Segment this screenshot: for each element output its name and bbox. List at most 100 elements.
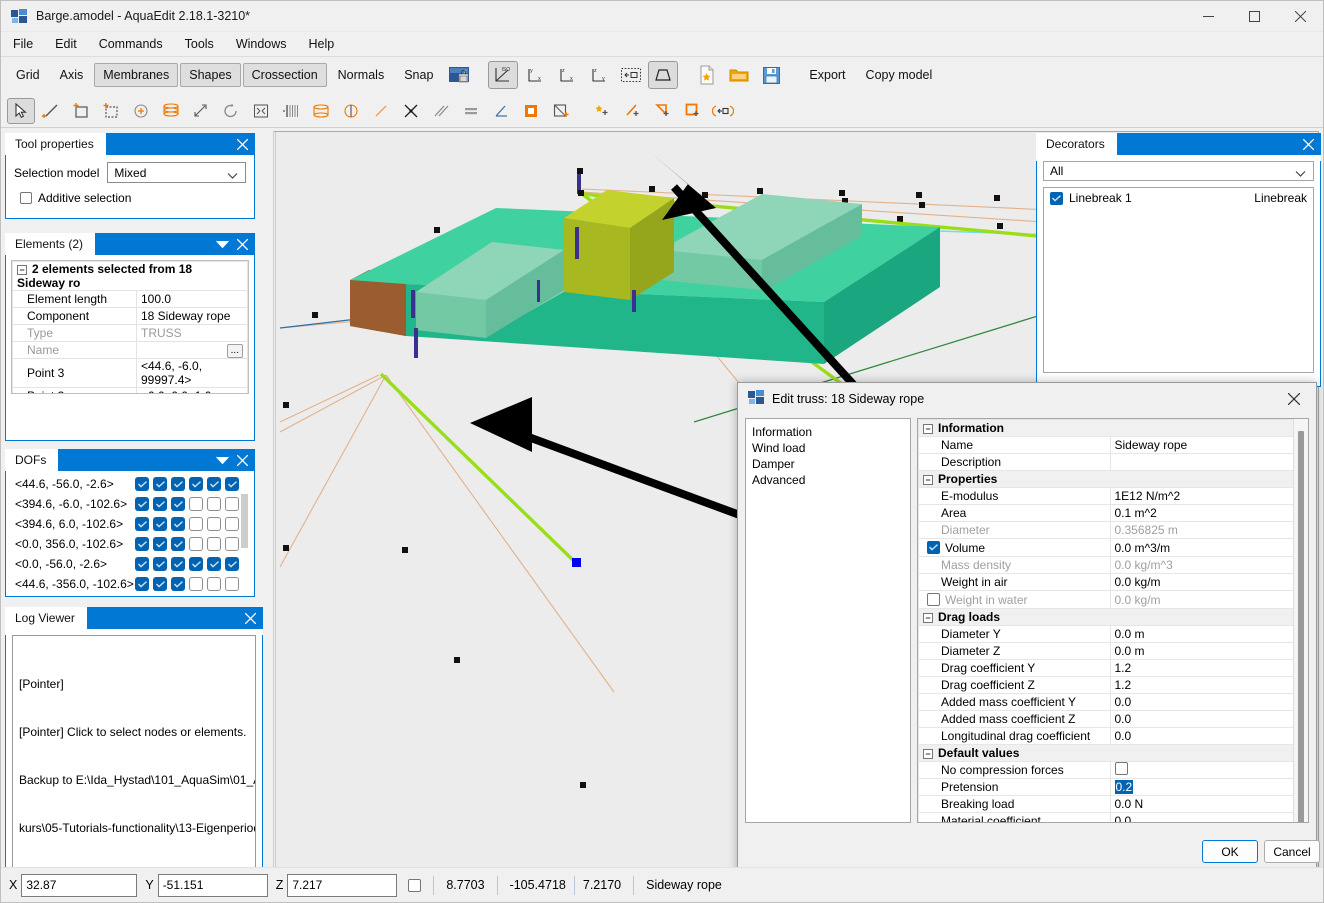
table-row[interactable]: Name Sideway rope [918, 436, 1302, 454]
angle-icon[interactable] [487, 98, 515, 124]
dof-checkbox[interactable] [189, 537, 203, 551]
dof-checkbox[interactable] [171, 537, 185, 551]
list-item[interactable]: <0.0, 356.0, -102.6> [9, 534, 251, 554]
dof-checkbox[interactable] [135, 497, 149, 511]
dof-checkbox[interactable] [225, 517, 239, 531]
property-value[interactable]: 0.0 m [1109, 625, 1302, 643]
table-row[interactable]: Weight in water 0.0 kg/m [918, 590, 1302, 609]
toggle-axis[interactable]: Axis [51, 63, 93, 87]
y-input[interactable]: -51.151 [157, 873, 268, 897]
dof-checkbox[interactable] [153, 497, 167, 511]
nav-item-information[interactable]: Information [750, 424, 910, 440]
list-item[interactable]: Linebreak 1 Linebreak [1044, 188, 1313, 208]
elements-grid[interactable]: −2 elements selected from 18 Sideway ro … [11, 260, 249, 394]
table-row[interactable]: Material coefficient 0.0 [918, 812, 1302, 822]
dof-checkbox[interactable] [153, 557, 167, 571]
table-row[interactable]: Area 0.1 m^2 [918, 504, 1302, 522]
chevron-down-icon[interactable] [216, 240, 229, 249]
list-item[interactable]: <394.6, 6.0, -102.6> [9, 514, 251, 534]
dof-checkbox[interactable] [225, 557, 239, 571]
dof-checkboxes[interactable] [135, 497, 239, 511]
dofs-panel-tab[interactable]: DOFs [5, 449, 59, 471]
collapse-icon[interactable]: − [923, 749, 933, 759]
dialog-nav-list[interactable]: Information Wind load Damper Advanced [745, 418, 911, 823]
pretension-input[interactable]: 0.2 [1114, 780, 1134, 794]
dof-checkbox[interactable] [153, 517, 167, 531]
list-item[interactable]: <44.6, -56.0, -2.6> [9, 474, 251, 494]
minimize-button[interactable] [1185, 1, 1231, 32]
table-row[interactable]: Point 3 <44.6, -6.0, 99997.4> [12, 358, 248, 388]
menu-file[interactable]: File [3, 34, 43, 54]
table-row[interactable]: Element length 100.0 [12, 290, 248, 308]
dof-checkbox[interactable] [207, 497, 221, 511]
dof-checkbox[interactable] [189, 497, 203, 511]
dof-checkbox[interactable] [135, 477, 149, 491]
toggle-shapes[interactable]: Shapes [180, 63, 241, 87]
nav-item-damper[interactable]: Damper [750, 456, 910, 472]
dof-checkbox[interactable] [171, 577, 185, 591]
dof-checkbox[interactable] [207, 577, 221, 591]
chevron-down-icon[interactable] [216, 456, 229, 465]
add-cylinder-icon[interactable] [157, 98, 185, 124]
table-row[interactable]: Breaking load 0.0 N [918, 795, 1302, 813]
dof-checkbox[interactable] [225, 537, 239, 551]
property-value[interactable]: 1.2 [1109, 676, 1302, 694]
dof-checkboxes[interactable] [135, 577, 239, 591]
property-value[interactable]: 0.0 [1109, 693, 1302, 711]
close-icon[interactable] [237, 238, 248, 250]
property-value[interactable]: 0.0 N [1109, 795, 1302, 813]
decorators-filter-combo[interactable]: All [1043, 161, 1314, 181]
dof-checkbox[interactable] [153, 577, 167, 591]
toggle-snap[interactable]: Snap [395, 63, 442, 87]
property-value[interactable]: 0.0 m [1109, 642, 1302, 660]
close-icon[interactable] [237, 138, 248, 150]
dof-checkbox[interactable] [207, 477, 221, 491]
add-rectangle-icon[interactable] [67, 98, 95, 124]
property-value[interactable]: Sideway rope [1109, 436, 1302, 454]
table-row[interactable]: E-modulus 1E12 N/m^2 [918, 487, 1302, 505]
coordinate-lock-checkbox[interactable] [408, 878, 422, 892]
maximize-button[interactable] [1231, 1, 1277, 32]
toggle-membranes[interactable]: Membranes [94, 63, 179, 87]
menu-help[interactable]: Help [299, 34, 345, 54]
row-value[interactable]: <44.6, -6.0, 99997.4> [136, 358, 248, 388]
row-value[interactable]: 18 Sideway rope [136, 307, 248, 325]
menu-commands[interactable]: Commands [89, 34, 173, 54]
row-value[interactable]: <0.0, 0.0, 1.0> [136, 387, 248, 393]
dof-checkbox[interactable] [171, 557, 185, 571]
add-point-load-icon[interactable] [127, 98, 155, 124]
add-mesh-icon[interactable] [97, 98, 125, 124]
table-row[interactable]: Volume 0.0 m^3/m [918, 538, 1302, 557]
select-pointer-icon[interactable] [7, 97, 35, 124]
dof-checkboxes[interactable] [135, 557, 239, 571]
close-icon[interactable] [237, 454, 248, 466]
view-xy-icon[interactable]: y x [520, 61, 550, 89]
weight-in-water-checkbox[interactable] [927, 593, 940, 606]
line-tool-icon[interactable] [367, 98, 395, 124]
add-box-icon[interactable] [679, 98, 707, 124]
property-value[interactable]: 1E12 N/m^2 [1109, 487, 1302, 505]
zoom-to-selection-icon[interactable] [616, 61, 646, 89]
additive-selection-checkbox[interactable] [20, 192, 32, 204]
dof-checkbox[interactable] [207, 517, 221, 531]
property-value[interactable]: 1.2 [1109, 659, 1302, 677]
property-value[interactable]: 0.0 [1109, 812, 1302, 822]
table-row[interactable]: Weight in air 0.0 kg/m [918, 573, 1302, 591]
property-value[interactable]: 0.0 m^3/m [1109, 538, 1302, 557]
dof-checkbox[interactable] [135, 577, 149, 591]
selection-model-combo[interactable]: Mixed [107, 162, 246, 183]
add-beam-icon[interactable] [619, 98, 647, 124]
nav-item-wind-load[interactable]: Wind load [750, 440, 910, 456]
property-value[interactable]: 0.0 [1109, 710, 1302, 728]
dof-checkboxes[interactable] [135, 517, 239, 531]
dof-checkbox[interactable] [135, 517, 149, 531]
dof-checkbox[interactable] [135, 537, 149, 551]
table-row[interactable]: Drag coefficient Z 1.2 [918, 676, 1302, 694]
row-value[interactable]: 100.0 [136, 290, 248, 308]
property-value[interactable]: 0.0 [1109, 727, 1302, 745]
iso-view-icon[interactable]: ISO [488, 61, 519, 89]
menu-edit[interactable]: Edit [45, 34, 87, 54]
new-file-icon[interactable] [692, 61, 722, 89]
table-row[interactable]: Mass density 0.0 kg/m^3 [918, 556, 1302, 574]
dof-checkbox[interactable] [225, 477, 239, 491]
